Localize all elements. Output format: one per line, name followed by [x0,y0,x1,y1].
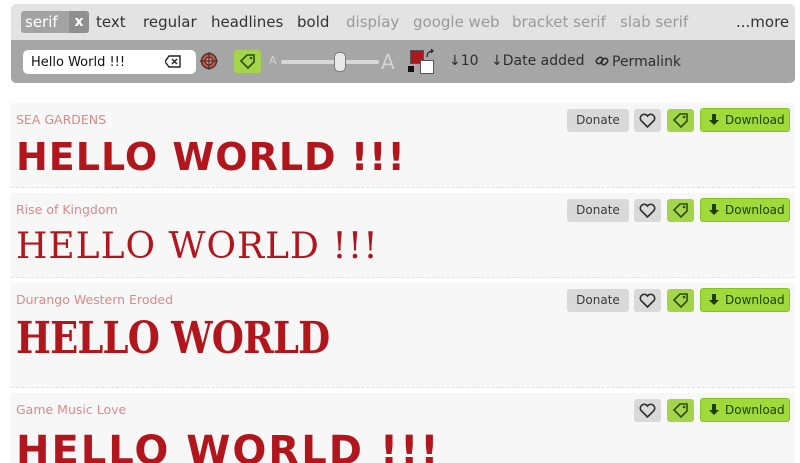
active-tag-serif[interactable]: serif x [21,11,89,33]
color-picker[interactable] [408,49,437,76]
tag-filter-bar: serif x text regular headlines bold disp… [11,4,795,40]
sort-date-button[interactable]: ↓Date added [491,53,585,70]
tag-bold[interactable]: bold [297,13,329,31]
clear-input-icon[interactable] [165,55,181,68]
download-label: Download [725,203,785,217]
price-tag-icon [239,54,255,69]
heart-icon [639,113,656,128]
font-preview-text: HELLO WORLD [16,313,330,364]
donate-button[interactable]: Donate [567,109,629,132]
donate-button[interactable]: Donate [567,199,629,222]
reset-colors-icon[interactable] [408,66,414,72]
favorite-button[interactable] [634,289,661,312]
font-card-durango-western-eroded: Durango Western Eroded Donate Download H… [11,283,795,388]
donate-button[interactable]: Donate [567,289,629,312]
swap-colors-icon[interactable] [425,49,435,59]
tag-text[interactable]: text [96,13,126,31]
target-icon[interactable] [200,52,218,70]
sort-count-button[interactable]: ↓10 [449,53,479,70]
permalink-button[interactable]: Permalink [595,54,681,71]
download-label: Download [725,293,785,307]
tag-regular[interactable]: regular [143,13,197,31]
heart-icon [639,403,656,418]
tag-button[interactable] [667,399,694,422]
font-size-small-label: A [269,54,277,67]
toolbar: A A ↓10 ↓Date added Permalink [11,40,795,83]
download-button[interactable]: Download [700,198,790,222]
favorite-button[interactable] [634,109,661,132]
price-tag-icon [672,113,688,128]
download-arrow-icon [709,404,719,415]
font-size-large-label: A [381,50,395,74]
tag-headlines[interactable]: headlines [211,13,283,31]
tag-bracket-serif[interactable]: bracket serif [512,13,606,31]
font-name-link[interactable]: SEA GARDENS [16,112,106,127]
background-color-swatch[interactable] [420,60,434,74]
preview-text-box [23,50,196,74]
link-icon [595,56,609,66]
preview-text-input[interactable] [31,53,161,71]
tag-button[interactable] [667,199,694,222]
font-preview-text: HELLO WORLD !!! [16,226,379,267]
font-name-link[interactable]: Durango Western Eroded [16,292,173,307]
font-preview-text: HELLO WORLD !!! [16,135,406,179]
price-tag-icon [672,403,688,418]
download-label: Download [725,113,785,127]
active-tag-label: serif [25,13,58,31]
heart-icon [639,293,656,308]
download-label: Download [725,403,785,417]
download-arrow-icon [709,204,719,215]
font-preview-text: HELLO WORLD !!! [16,428,441,463]
font-name-link[interactable]: Game Music Love [16,402,126,417]
heart-icon [639,203,656,218]
font-size-slider-handle[interactable] [333,52,346,72]
download-button[interactable]: Download [700,398,790,422]
download-button[interactable]: Download [700,288,790,312]
tag-slab-serif[interactable]: slab serif [620,13,688,31]
font-card-game-music-love: Game Music Love Download HELLO WORLD !!! [11,393,795,463]
download-button[interactable]: Download [700,108,790,132]
tag-google-web[interactable]: google web [413,13,500,31]
tag-toggle-button[interactable] [234,50,261,73]
download-arrow-icon [709,114,719,125]
more-tags-link[interactable]: ...more [736,13,789,31]
download-arrow-icon [709,294,719,305]
font-card-rise-of-kingdom: Rise of Kingdom Donate Download HELLO WO… [11,193,795,278]
favorite-button[interactable] [634,399,661,422]
font-name-link[interactable]: Rise of Kingdom [16,202,118,217]
remove-tag-button[interactable]: x [69,11,89,33]
tag-button[interactable] [667,109,694,132]
font-size-slider[interactable] [281,60,379,64]
tag-button[interactable] [667,289,694,312]
favorite-button[interactable] [634,199,661,222]
price-tag-icon [672,293,688,308]
permalink-label: Permalink [612,54,682,70]
font-card-sea-gardens: SEA GARDENS Donate Download HELLO WORLD … [11,103,795,188]
price-tag-icon [672,203,688,218]
tag-display[interactable]: display [346,13,399,31]
